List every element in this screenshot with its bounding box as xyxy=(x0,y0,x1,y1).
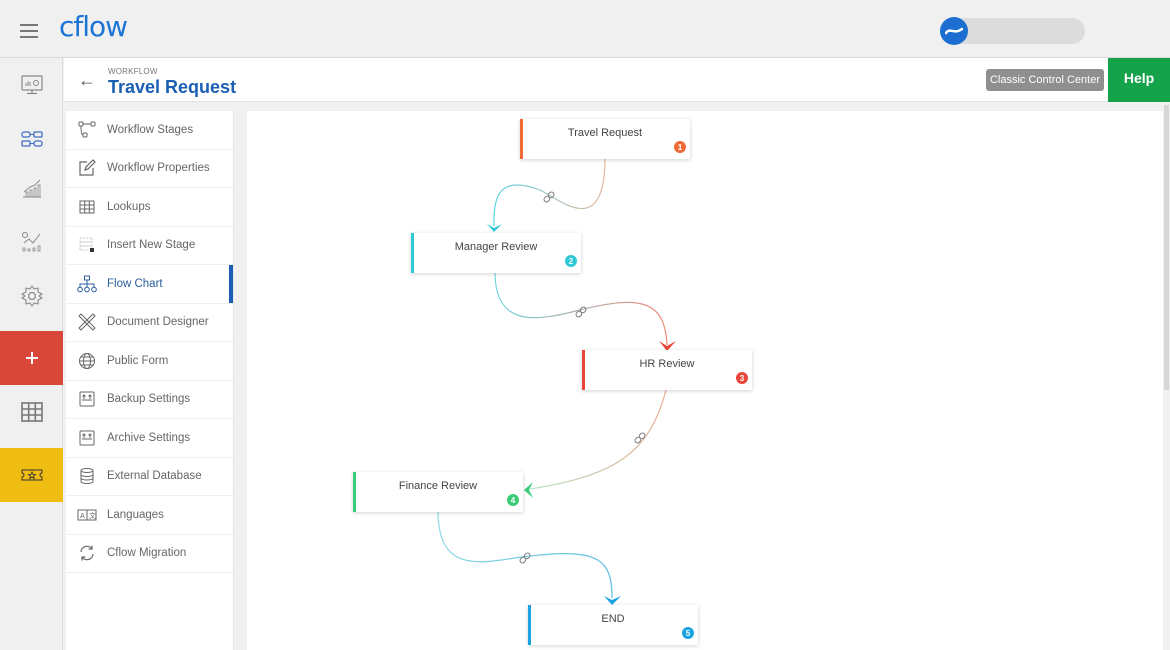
menu-item-archive-settings[interactable]: Archive Settings xyxy=(66,419,233,458)
stage-number-badge: 1 xyxy=(674,141,686,153)
menu-item-backup-settings[interactable]: Backup Settings xyxy=(66,381,233,419)
rail-dashboard[interactable] xyxy=(0,58,63,112)
stage-label: HR Review xyxy=(639,358,695,370)
stage-number-badge: 5 xyxy=(682,627,694,639)
stage-color-bar xyxy=(353,472,356,512)
svg-text:文: 文 xyxy=(89,511,96,520)
design-tools-icon xyxy=(77,312,97,332)
menu-label: Document Designer xyxy=(107,316,209,329)
rail-analytics[interactable] xyxy=(0,215,63,269)
menu-label: Insert New Stage xyxy=(107,239,196,252)
menu-item-lookups[interactable]: Lookups xyxy=(66,188,233,227)
left-rail xyxy=(0,58,63,650)
workflow-stages-icon xyxy=(77,120,97,140)
classic-control-center-button[interactable]: Classic Control Center xyxy=(986,69,1104,91)
stage-node-hr-review[interactable]: HR Review 3 xyxy=(582,350,752,390)
menu-item-workflow-stages[interactable]: Workflow Stages xyxy=(66,111,233,150)
stage-label: Travel Request xyxy=(567,127,643,139)
rail-reports[interactable] xyxy=(0,162,63,216)
stage-label: Finance Review xyxy=(398,480,478,492)
stage-color-bar xyxy=(582,350,585,390)
stage-number-badge: 2 xyxy=(565,255,577,267)
stage-node-end[interactable]: END 5 xyxy=(528,605,698,645)
menu-item-workflow-properties[interactable]: Workflow Properties xyxy=(66,150,233,188)
globe-icon xyxy=(77,351,97,371)
breadcrumb: WORKFLOW xyxy=(108,67,158,76)
user-avatar[interactable] xyxy=(940,17,968,45)
menu-label: External Database xyxy=(107,470,202,483)
settings-icon xyxy=(20,285,43,307)
menu-label: Cflow Migration xyxy=(107,547,187,560)
workflow-menu: Workflow Stages Workflow Properties Look… xyxy=(66,111,234,650)
stage-number-badge: 3 xyxy=(736,372,748,384)
stage-number-badge: 4 xyxy=(507,494,519,506)
menu-item-external-database[interactable]: External Database xyxy=(66,458,233,496)
menu-item-languages[interactable]: A文 Languages xyxy=(66,496,233,535)
stage-node-manager-review[interactable]: Manager Review 2 xyxy=(411,233,581,273)
menu-label: Languages xyxy=(107,508,164,521)
rail-grid[interactable] xyxy=(0,385,63,439)
edit-icon xyxy=(77,158,97,178)
top-bar: cflow xyxy=(0,0,1170,58)
cflow-logo[interactable]: cflow xyxy=(59,10,128,43)
menu-label: Lookups xyxy=(107,200,151,213)
rail-settings[interactable] xyxy=(0,269,63,323)
page-title: Travel Request xyxy=(108,77,237,97)
menu-item-public-form[interactable]: Public Form xyxy=(66,342,233,381)
stage-color-bar xyxy=(411,233,414,273)
ticket-icon xyxy=(21,469,42,481)
plus-icon xyxy=(25,352,38,364)
backup-icon xyxy=(77,389,97,409)
stage-label: Manager Review xyxy=(454,241,538,253)
stage-node-travel-request[interactable]: Travel Request 1 xyxy=(520,119,690,159)
reports-icon xyxy=(22,179,41,198)
flow-chart-icon xyxy=(77,274,97,294)
rail-add-button[interactable] xyxy=(0,331,63,385)
menu-label: Workflow Properties xyxy=(107,162,210,175)
menu-item-cflow-migration[interactable]: Cflow Migration xyxy=(66,535,233,573)
grid-icon xyxy=(20,402,43,422)
menu-label: Workflow Stages xyxy=(107,123,194,136)
workflow-icon xyxy=(20,131,43,147)
analytics-icon xyxy=(21,232,40,252)
svg-text:A: A xyxy=(80,513,85,520)
menu-label: Public Form xyxy=(107,354,169,367)
stage-label: END xyxy=(601,613,625,625)
stage-node-finance-review[interactable]: Finance Review 4 xyxy=(353,472,523,512)
page-header: ← WORKFLOW Travel Request Classic Contro… xyxy=(64,58,1170,102)
help-button[interactable]: Help xyxy=(1108,58,1170,102)
rail-workflow[interactable] xyxy=(0,112,63,166)
menu-item-flow-chart[interactable]: Flow Chart xyxy=(66,265,233,304)
menu-label: Archive Settings xyxy=(107,431,191,444)
wave-icon xyxy=(945,27,963,35)
menu-label: Backup Settings xyxy=(107,393,191,406)
scrollbar-thumb[interactable] xyxy=(1164,105,1169,390)
table-icon xyxy=(77,197,97,217)
menu-item-insert-new-stage[interactable]: Insert New Stage xyxy=(66,227,233,265)
menu-label: Flow Chart xyxy=(107,277,163,290)
insert-stage-icon xyxy=(77,235,97,255)
rail-ticket[interactable] xyxy=(0,448,63,502)
refresh-icon xyxy=(77,543,97,563)
hamburger-menu-icon[interactable] xyxy=(20,24,38,38)
back-arrow-icon[interactable]: ← xyxy=(78,70,96,91)
dashboard-icon xyxy=(20,75,43,95)
stage-color-bar xyxy=(528,605,531,645)
languages-icon: A文 xyxy=(77,505,97,525)
stage-color-bar xyxy=(520,119,523,159)
database-icon xyxy=(77,466,97,486)
archive-icon xyxy=(77,428,97,448)
menu-item-document-designer[interactable]: Document Designer xyxy=(66,304,233,342)
